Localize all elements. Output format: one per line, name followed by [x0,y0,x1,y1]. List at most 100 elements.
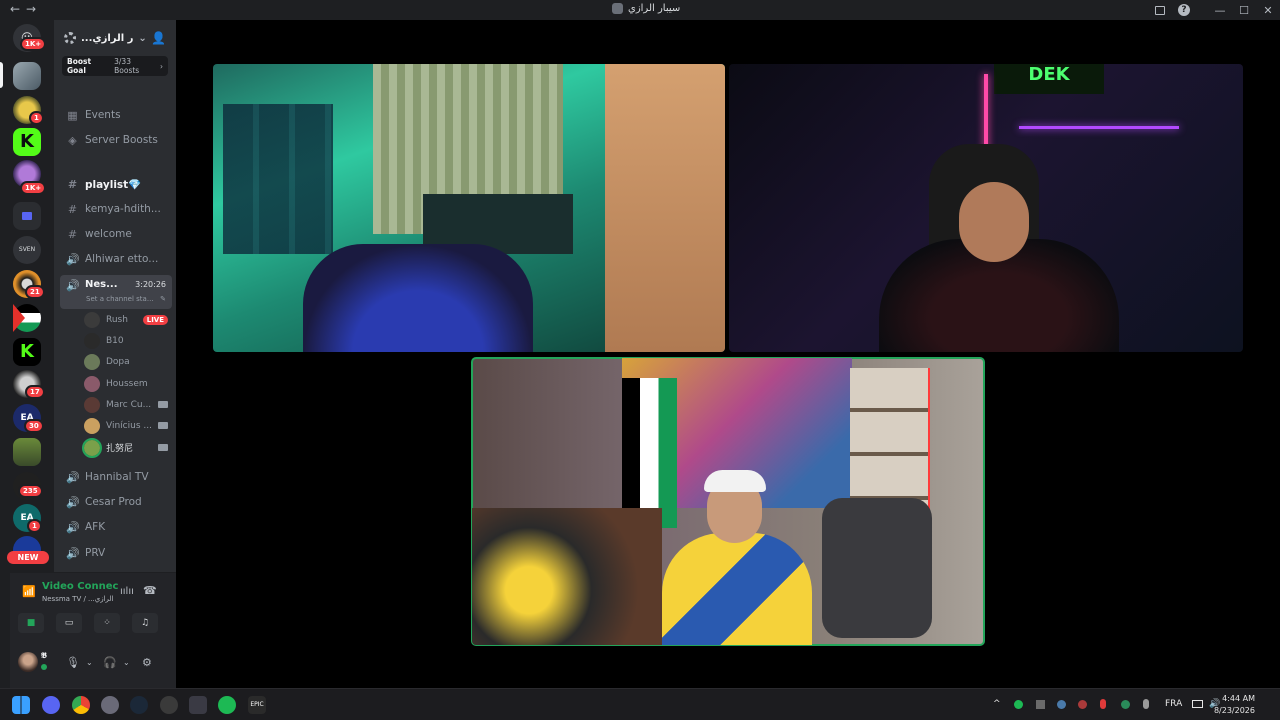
channel-welcome[interactable]: # welcome [60,223,172,245]
maximize-button[interactable]: ☐ [1232,4,1256,17]
server-settings-icon[interactable] [64,32,76,44]
gaming-chair [822,498,932,638]
chrome-icon[interactable] [72,696,90,714]
folder-icon[interactable] [13,202,41,230]
server-b-badge: 1K+ [20,181,47,195]
voice-user[interactable]: Houssem [84,373,168,394]
signal-icon[interactable]: 📶 [22,585,36,598]
boost-count: 3/33 Boosts [114,57,140,75]
speaker-icon: 🔊 [66,279,80,292]
chevron-down-icon[interactable]: ⌄ [86,658,93,667]
sven-server-icon[interactable]: SVEN [13,236,41,264]
disconnect-icon[interactable]: ☎ [143,584,157,597]
epic-games-icon[interactable]: EPIC [248,696,266,714]
help-icon[interactable]: ? [1178,4,1190,16]
add-member-icon[interactable]: 👤 [151,31,166,45]
voice-user[interactable]: Rush LIVE [84,309,168,330]
server-boosts-label: Server Boosts [85,134,158,146]
discord-taskbar-icon[interactable] [42,696,60,714]
active-server-pill [0,62,3,88]
shelf [850,368,930,518]
tray-overflow-arrow[interactable]: ^ [993,699,1001,709]
mic-icon[interactable] [1143,699,1149,709]
person-cap [704,470,766,492]
channel-alhiwar[interactable]: 🔊 Alhiwar etto... [60,248,172,270]
tray-app-icon[interactable] [1036,700,1045,709]
boost-goal-bar[interactable]: Boost Goal 3/33 Boosts › [62,56,168,76]
channel-afk[interactable]: 🔊 AFK [60,516,172,538]
windows-start-icon[interactable] [12,696,30,714]
server-e-icon[interactable] [13,438,41,466]
server-boosts-item[interactable]: ◈ Server Boosts [60,129,172,151]
close-button[interactable]: ✕ [1256,4,1280,17]
channel-label: AFK [85,521,106,533]
voice-user[interactable]: B10 [84,330,168,351]
channel-kemya[interactable]: # kemya-hdith... [60,198,172,220]
kick-server-icon[interactable]: K [13,128,41,156]
voice-user[interactable]: Marc Cu... [84,394,168,415]
server-header[interactable]: ...ر الرازي ⌄ 👤 [54,20,176,56]
voice-user[interactable]: Vinícius ... [84,415,168,436]
avatar [82,437,102,458]
server-active-icon[interactable] [13,62,41,90]
server-a-badge: 1 [29,111,44,125]
channel-status-input[interactable]: Set a channel sta... [86,295,166,303]
system-clock[interactable]: 4:44 AM 8/23/2026 [1214,693,1255,717]
spotify-tray-icon[interactable] [1014,700,1023,709]
mic-tray-icon[interactable] [1100,699,1106,709]
channel-cesar[interactable]: 🔊 Cesar Prod [60,491,172,513]
person-head [959,182,1029,262]
inbox-icon[interactable] [1155,5,1165,15]
language-indicator[interactable]: FRA [1165,699,1182,709]
channel-active-voice[interactable]: 🔊 Nes... 3:20:26 Set a channel sta... ✎ [60,275,172,309]
avatar [84,311,100,328]
kick-server-2-icon[interactable]: K [13,338,41,366]
settings-gear-icon[interactable]: ⚙ [142,656,152,669]
palestine-server-icon[interactable] [13,304,41,332]
voice-user[interactable]: 扎努尼 [82,437,168,458]
server-name: ...ر الرازي [81,32,134,44]
server-ea-badge: 30 [24,419,44,433]
activities-button[interactable]: ⁘ [94,613,120,633]
pencil-icon[interactable]: ✎ [160,295,166,303]
minimize-button[interactable]: — [1208,4,1232,17]
avatar [84,375,100,392]
events-item[interactable]: ▦ Events [60,104,172,126]
video-tile-top-left[interactable] [213,64,725,352]
person-yellow-jersey [662,533,812,645]
user-avatar[interactable] [18,652,38,672]
tray-app-2-icon[interactable] [1078,700,1087,709]
tray-app-3-icon[interactable] [1121,700,1130,709]
channel-label: PRV [85,547,106,559]
network-icon[interactable] [1192,700,1203,708]
server-d-badge: 17 [25,385,45,399]
overlay-icon[interactable] [160,696,178,714]
wall-posters [223,104,333,254]
screen-share-button[interactable]: ▭ [56,613,82,633]
spotify-icon[interactable] [218,696,236,714]
voice-timer: 3:20:26 [135,280,166,289]
headphones-icon[interactable]: 🎧 [103,656,117,669]
speaker-icon: 🔊 [66,470,80,484]
channel-playlist[interactable]: # playlist💎 [60,173,172,195]
voice-user[interactable]: Dopa [84,351,168,372]
microphone-icon[interactable]: 🎙 [66,656,80,669]
noise-suppression-icon[interactable]: ıılıı [120,586,134,597]
video-tile-top-right[interactable]: DEK [729,64,1243,352]
nav-arrows[interactable]: ←→ [10,2,42,16]
server-icon [612,3,623,14]
steam-icon[interactable] [130,696,148,714]
settings-icon[interactable] [101,696,119,714]
speaker-icon: 🔊 [66,520,80,534]
server-f-badge: 235 [18,484,43,498]
channel-prv[interactable]: 🔊 PRV [60,542,172,564]
soundboard-button[interactable]: ♫ [132,613,158,633]
channel-hannibal[interactable]: 🔊 Hannibal TV [60,466,172,488]
video-tile-bottom[interactable] [471,357,985,646]
voice-channel-path[interactable]: Nessma TV / ...الرازي [42,595,113,603]
voice-status[interactable]: Video Connec [42,581,118,592]
apps-grid-icon[interactable] [189,696,207,714]
camera-toggle-button[interactable]: ■ [18,613,44,633]
steam-tray-icon[interactable] [1057,700,1066,709]
chevron-down-icon[interactable]: ⌄ [123,658,130,667]
